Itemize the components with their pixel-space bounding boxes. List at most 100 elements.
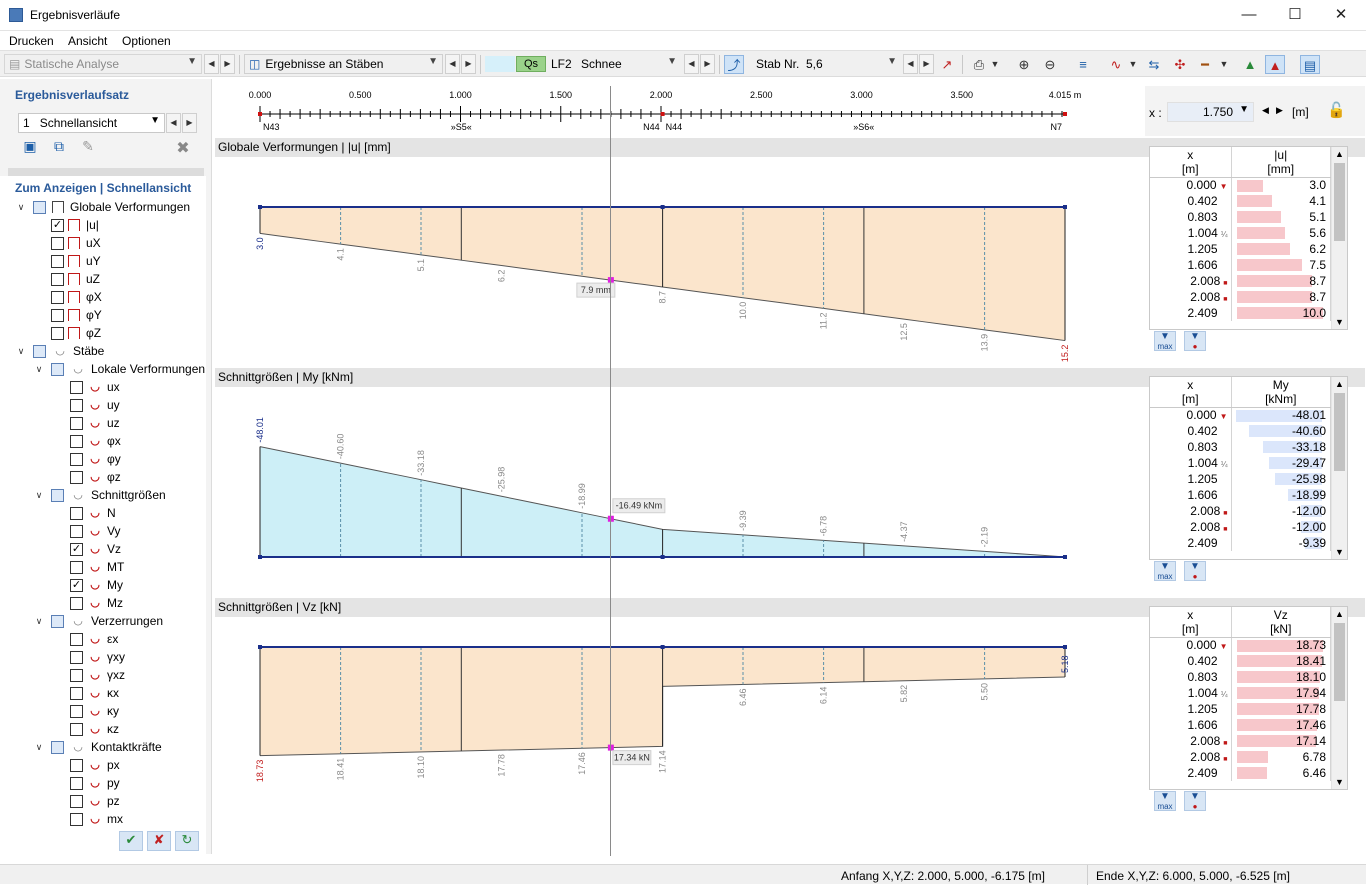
checkbox[interactable] <box>70 560 83 574</box>
checkbox[interactable] <box>70 758 83 772</box>
tree-item-uz[interactable]: ◡ uz <box>70 414 120 432</box>
load-case-select[interactable]: Schnee ▼ <box>576 54 682 74</box>
scroll-down-icon[interactable]: ▼ <box>1335 317 1344 327</box>
checkbox[interactable] <box>51 290 64 304</box>
scroll-up-icon[interactable]: ▲ <box>1335 609 1344 619</box>
results-table[interactable]: x |u| [m] [mm] 0.000 ▼ 3.0 0.402 4.1 0.803 5.1 1.00… <box>1149 146 1348 351</box>
table-row[interactable]: 2.008 ■ 8.7 <box>1150 273 1331 289</box>
diagram-canvas[interactable]: 3.0 4.1 5.1 6.2 8.7 10.0 11.2 12.5 13.9 15.2 7.9 m… <box>215 157 1147 367</box>
tree-item-lokale-verformungen[interactable]: ∨ ◡ Lokale Verformungen <box>33 360 205 378</box>
tree-item-z[interactable]: ◡ κz <box>70 720 119 738</box>
checkbox[interactable] <box>70 650 83 664</box>
checkbox[interactable] <box>70 722 83 736</box>
checkbox[interactable]: ✓ <box>70 578 83 592</box>
member-line-icon[interactable]: ━ <box>1195 55 1215 74</box>
results-table[interactable]: x My [m] [kNm] 0.000 ▼ -48.01 0.402 -40.60 0.803-… <box>1149 376 1348 581</box>
zoom-out-icon[interactable]: ⊖ <box>1040 55 1060 74</box>
checkbox[interactable] <box>70 506 83 520</box>
check-all-icon[interactable]: ✔ <box>119 831 143 851</box>
set-next-button[interactable]: ▶ <box>182 113 197 133</box>
group-checkbox[interactable] <box>51 362 64 376</box>
scroll-down-icon[interactable]: ▼ <box>1335 777 1344 787</box>
delete-set-icon[interactable]: ✖ <box>172 138 194 159</box>
tree-item-py[interactable]: ◡ py <box>70 774 120 792</box>
table-row[interactable]: 1.004 ¼ 5.6 <box>1150 225 1331 241</box>
diagram-settings-icon[interactable]: ≡ <box>1073 55 1093 74</box>
results-next-button[interactable]: ▶ <box>461 54 476 74</box>
group-checkbox[interactable] <box>33 344 46 358</box>
table-row[interactable]: 1.004 ¼ 17.94 <box>1150 685 1331 701</box>
checkbox[interactable] <box>51 308 64 322</box>
filter-settings-button[interactable]: ▼ ● <box>1184 561 1206 581</box>
table-row[interactable]: 0.402 4.1 <box>1150 193 1331 209</box>
tree-item-x[interactable]: ◡ εx <box>70 630 118 648</box>
model-icon[interactable]: ▲ <box>1240 55 1260 74</box>
tree-item-xz[interactable]: ◡ γxz <box>70 666 125 684</box>
tree-item-pz[interactable]: ◡ pz <box>70 792 120 810</box>
tree-item-z[interactable]: ◡ φz <box>70 468 121 486</box>
menu-drucken[interactable]: Drucken <box>9 34 54 48</box>
new-set-icon[interactable]: ▣ <box>19 138 41 159</box>
close-icon[interactable]: ✕ <box>1318 0 1364 31</box>
checkbox[interactable] <box>70 596 83 610</box>
analysis-next-button[interactable]: ▶ <box>220 54 235 74</box>
results-table[interactable]: x Vz [m] [kN] 0.000 ▼ 18.73 0.402 18.41 0.803 18.1… <box>1149 606 1348 811</box>
x-ruler[interactable]: 0.000 0.500 1.000 1.500 2.000 2.500 3.000 3.500… <box>215 86 1145 136</box>
tree-item-u[interactable]: ✓ |u| <box>51 216 99 234</box>
scroll-up-icon[interactable]: ▲ <box>1335 149 1344 159</box>
filter-max-button[interactable]: ▼ max <box>1154 331 1176 351</box>
tree-item-y[interactable]: ◡ κy <box>70 702 119 720</box>
checkbox[interactable]: ✓ <box>51 218 64 232</box>
panel-toggle-icon[interactable]: ▤ <box>1300 55 1320 74</box>
table-scrollbar[interactable]: ▲ ▼ <box>1331 607 1347 789</box>
tree-item-mz[interactable]: ◡ Mz <box>70 594 123 612</box>
tree-item-y[interactable]: ◡ φy <box>70 450 121 468</box>
print-dropdown-icon[interactable]: ▼ <box>990 55 1000 74</box>
table-row[interactable]: 1.205 17.78 <box>1150 701 1331 717</box>
tree-item-xy[interactable]: ◡ γxy <box>70 648 125 666</box>
group-checkbox[interactable] <box>51 488 64 502</box>
table-row[interactable]: 1.205 6.2 <box>1150 241 1331 257</box>
table-row[interactable]: 2.008 ■ -12.00 <box>1150 519 1331 535</box>
table-row[interactable]: 1.606 17.46 <box>1150 717 1331 733</box>
checkbox[interactable] <box>70 380 83 394</box>
tree-item-vz[interactable]: ✓ ◡ Vz <box>70 540 121 558</box>
set-prev-button[interactable]: ◀ <box>166 113 181 133</box>
filter-settings-button[interactable]: ▼ ● <box>1184 791 1206 811</box>
scroll-down-icon[interactable]: ▼ <box>1335 547 1344 557</box>
tree-item-my[interactable]: ✓ ◡ My <box>70 576 123 594</box>
group-checkbox[interactable] <box>33 200 46 214</box>
lock-icon[interactable]: 🔓 <box>1327 101 1346 119</box>
expand-chevron-icon[interactable]: ∨ <box>33 490 45 501</box>
print-icon[interactable]: ⎙ <box>969 55 989 74</box>
table-row[interactable]: 0.803 -33.18 <box>1150 439 1331 455</box>
checkbox[interactable] <box>70 668 83 682</box>
uncheck-all-icon[interactable]: ✘ <box>147 831 171 851</box>
table-row[interactable]: 0.402 18.41 <box>1150 653 1331 669</box>
table-row[interactable]: 2.008 ■ 8.7 <box>1150 289 1331 305</box>
filter-max-button[interactable]: ▼ max <box>1154 561 1176 581</box>
results-on-select[interactable]: ◫ Ergebnisse an Stäben ▼ <box>244 54 443 74</box>
checkbox[interactable] <box>70 470 83 484</box>
result-display-icon[interactable]: ∿ <box>1106 55 1126 74</box>
table-row[interactable]: 2.409 -9.39 <box>1150 535 1331 551</box>
checkbox[interactable] <box>51 272 64 286</box>
table-row[interactable]: 2.409 10.0 <box>1150 305 1331 321</box>
table-row[interactable]: 2.409 6.46 <box>1150 765 1331 781</box>
tree-item-uz[interactable]: uZ <box>51 270 100 288</box>
table-row[interactable]: 2.008 ■ 17.14 <box>1150 733 1331 749</box>
analysis-select[interactable]: ▤ Statische Analyse ▼ <box>4 54 202 74</box>
table-row[interactable]: 0.000 ▼ 3.0 <box>1150 177 1342 193</box>
tree-item-st-be[interactable]: ∨ ◡ Stäbe <box>15 342 105 360</box>
table-row[interactable]: 0.402 -40.60 <box>1150 423 1331 439</box>
table-row[interactable]: 0.803 5.1 <box>1150 209 1331 225</box>
group-checkbox[interactable] <box>51 740 64 754</box>
expand-chevron-icon[interactable]: ∨ <box>15 346 27 357</box>
maximize-icon[interactable]: ☐ <box>1272 0 1318 31</box>
member-number-select[interactable]: 5,6 ▼ <box>801 54 902 74</box>
set-select[interactable]: 1 Schnellansicht ▼ <box>18 113 165 133</box>
checkbox[interactable] <box>70 524 83 538</box>
table-row[interactable]: 1.004 ¼ -29.47 <box>1150 455 1331 471</box>
tree-item-mt[interactable]: ◡ MT <box>70 558 124 576</box>
table-scrollbar[interactable]: ▲ ▼ <box>1331 377 1347 559</box>
